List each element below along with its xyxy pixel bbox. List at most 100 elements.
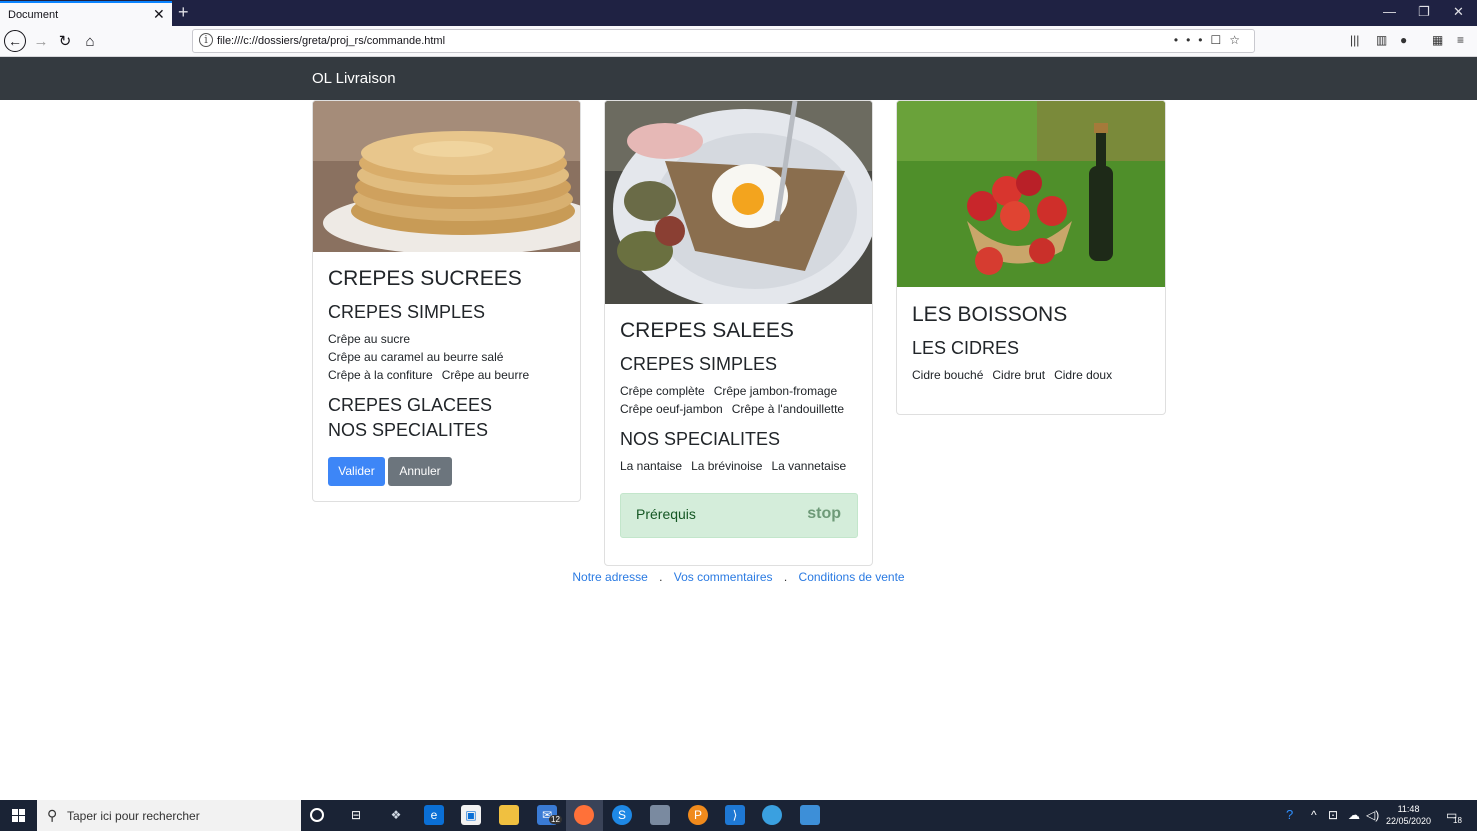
home-icon: ⌂: [85, 32, 95, 50]
onedrive-icon[interactable]: ☁: [1348, 808, 1360, 822]
clock-time: 11:48: [1397, 804, 1420, 814]
app-blue-icon[interactable]: [762, 805, 782, 825]
menu-item[interactable]: Crêpe complète: [620, 384, 705, 398]
footer-separator: .: [659, 570, 663, 584]
firefox-icon[interactable]: [574, 805, 594, 825]
menu-item[interactable]: Crêpe au beurre: [442, 368, 529, 382]
mail-badge: 12: [549, 815, 562, 824]
menu-icon[interactable]: ≡: [1457, 33, 1464, 47]
browser-tab-bar: Document ✕ + — ❐ ✕: [0, 0, 1477, 26]
sidebar-icon[interactable]: ▥: [1376, 33, 1387, 47]
menu-item[interactable]: Crêpe au caramel au beurre salé: [328, 350, 503, 364]
vscode-icon[interactable]: ⟩: [725, 805, 745, 825]
account-icon[interactable]: ●: [1400, 33, 1407, 47]
skype-icon[interactable]: S: [612, 805, 632, 825]
library-icon[interactable]: |||: [1350, 33, 1359, 47]
section-title: CREPES SIMPLES: [620, 354, 778, 374]
taskbar-clock[interactable]: 11:48 22/05/2020: [1386, 803, 1431, 827]
windows-logo-icon: [12, 809, 25, 822]
menu-item[interactable]: La brévinoise: [691, 459, 762, 473]
extensions-icon[interactable]: ▦: [1432, 33, 1443, 47]
help-icon[interactable]: ?: [1286, 807, 1293, 822]
arrow-right-icon: →: [33, 32, 49, 50]
new-tab-button[interactable]: +: [178, 2, 189, 22]
footer-link-comments[interactable]: Vos commentaires: [674, 570, 773, 584]
restore-button[interactable]: ❐: [1418, 4, 1430, 20]
menu-item[interactable]: La nantaise: [620, 459, 682, 473]
close-window-button[interactable]: ✕: [1453, 4, 1464, 20]
menu-item[interactable]: La vannetaise: [771, 459, 846, 473]
validate-button[interactable]: Valider: [328, 457, 385, 486]
cortana-icon[interactable]: [310, 808, 324, 822]
navbar-brand[interactable]: OL Livraison: [312, 70, 396, 87]
tray-chevron-icon[interactable]: ^: [1311, 808, 1317, 822]
galette-plate-image: [605, 101, 872, 304]
network-icon[interactable]: ⊡: [1328, 808, 1338, 822]
site-navbar: OL Livraison: [0, 57, 1477, 100]
app-window-icon[interactable]: [650, 805, 670, 825]
file-explorer-icon[interactable]: [499, 805, 519, 825]
windows-taskbar: ⚲ Taper ici pour rechercher ⊟ ❖ e ▣ ✉ 12…: [0, 800, 1477, 831]
minimize-button[interactable]: —: [1383, 4, 1396, 20]
section-title[interactable]: NOS SPECIALITES: [328, 420, 565, 441]
card-body-sucrees: CREPES SUCREES CREPES SIMPLES Crêpe au s…: [328, 267, 565, 441]
tab-close-icon[interactable]: ✕: [153, 6, 165, 22]
home-button[interactable]: ⌂: [79, 30, 101, 52]
menu-item[interactable]: Cidre bouché: [912, 368, 983, 382]
app-orange-icon[interactable]: P: [688, 805, 708, 825]
volume-icon[interactable]: ◁): [1366, 808, 1379, 822]
info-icon[interactable]: i: [199, 33, 213, 47]
menu-item[interactable]: Crêpe à l'andouillette: [732, 402, 844, 416]
arrow-left-icon: ←: [8, 33, 22, 49]
footer-link-conditions[interactable]: Conditions de vente: [799, 570, 905, 584]
reload-button[interactable]: ↻: [54, 30, 76, 52]
card-crepes-sucrees: CREPES SUCREES CREPES SIMPLES Crêpe au s…: [312, 100, 581, 502]
cancel-button[interactable]: Annuler: [388, 457, 452, 486]
url-text[interactable]: file:///c://dossiers/greta/proj_rs/comma…: [217, 35, 445, 47]
menu-item[interactable]: Crêpe à la confiture: [328, 368, 433, 382]
card-title: LES BOISSONS: [912, 303, 1068, 326]
menu-item[interactable]: Crêpe jambon-fromage: [714, 384, 837, 398]
footer-links: Notre adresse . Vos commentaires . Condi…: [0, 570, 1477, 584]
start-button[interactable]: [0, 800, 37, 831]
menu-item[interactable]: Cidre doux: [1054, 368, 1112, 382]
crepes-stack-image: [313, 101, 580, 252]
back-button[interactable]: ←: [4, 30, 26, 52]
section-title[interactable]: CREPES GLACEES: [328, 395, 565, 416]
apples-cider-image: [897, 101, 1165, 287]
card-title: CREPES SALEES: [620, 319, 794, 342]
alert-text: Prérequis: [636, 506, 696, 522]
menu-item[interactable]: Crêpe au sucre: [328, 332, 410, 346]
browser-tab[interactable]: Document ✕: [0, 1, 172, 26]
search-placeholder[interactable]: Taper ici pour rechercher: [67, 809, 200, 823]
reload-icon: ↻: [58, 33, 72, 50]
card-boissons: LES BOISSONS LES CIDRES Cidre bouché Cidr…: [896, 100, 1166, 415]
footer-separator: .: [783, 570, 788, 584]
browser-toolbar: ← → ↻ ⌂ i file:///c://dossiers/greta/pro…: [0, 26, 1477, 57]
dropbox-icon[interactable]: ❖: [386, 805, 406, 825]
section-title: CREPES SIMPLES: [328, 302, 486, 322]
footer-link-address[interactable]: Notre adresse: [572, 570, 647, 584]
forward-button[interactable]: →: [30, 30, 52, 52]
card-body-boissons: LES BOISSONS LES CIDRES Cidre bouché Cidr…: [912, 303, 1150, 384]
edge-icon[interactable]: e: [424, 805, 444, 825]
menu-item[interactable]: Cidre brut: [992, 368, 1045, 382]
taskbar-search[interactable]: ⚲ Taper ici pour rechercher: [37, 800, 301, 831]
card-crepes-salees: CREPES SALEES CREPES SIMPLES Crêpe compl…: [604, 100, 873, 566]
url-bar[interactable]: i file:///c://dossiers/greta/proj_rs/com…: [192, 29, 1255, 53]
section-title: LES CIDRES: [912, 338, 1020, 358]
card-title: CREPES SUCREES: [328, 267, 522, 290]
alert-stop-label[interactable]: stop: [807, 505, 841, 523]
tab-title: Document: [8, 9, 59, 21]
notification-count: 18: [1453, 816, 1462, 825]
search-icon: ⚲: [47, 807, 58, 823]
task-view-icon[interactable]: ⊟: [346, 805, 366, 825]
clock-date: 22/05/2020: [1386, 816, 1432, 826]
store-icon[interactable]: ▣: [461, 805, 481, 825]
prerequis-alert: Prérequis stop: [620, 493, 858, 538]
section-title: NOS SPECIALITES: [620, 429, 781, 449]
photos-icon[interactable]: [800, 805, 820, 825]
card-body-salees: CREPES SALEES CREPES SIMPLES Crêpe compl…: [620, 319, 857, 475]
page-actions-icon[interactable]: •••☐☆: [1174, 33, 1248, 47]
menu-item[interactable]: Crêpe oeuf-jambon: [620, 402, 723, 416]
